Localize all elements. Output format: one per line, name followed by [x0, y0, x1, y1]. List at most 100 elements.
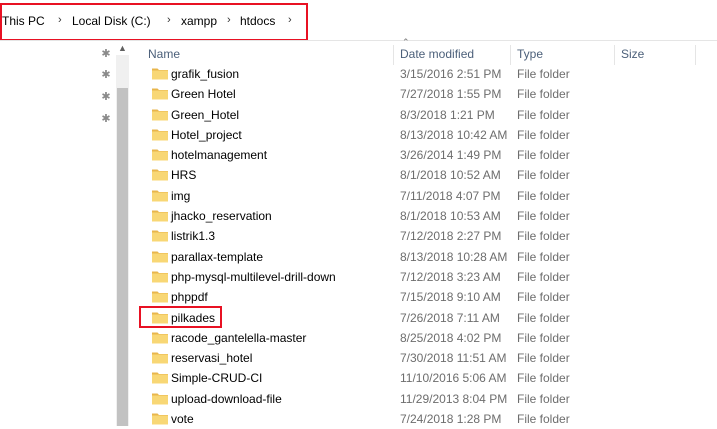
- column-divider[interactable]: [614, 45, 615, 65]
- column-divider[interactable]: [695, 45, 696, 65]
- file-name[interactable]: upload-download-file: [171, 392, 282, 406]
- file-name[interactable]: phppdf: [171, 290, 208, 304]
- file-date-modified: 7/27/2018 1:55 PM: [400, 87, 502, 102]
- pin-icon[interactable]: ✱: [100, 48, 112, 60]
- file-name[interactable]: Hotel_project: [171, 128, 242, 142]
- file-type: File folder: [517, 310, 570, 325]
- file-date-modified: 8/3/2018 1:21 PM: [400, 107, 495, 122]
- file-name[interactable]: listrik1.3: [171, 229, 215, 243]
- file-list: grafik_fusion 3/15/2016 2:51 PM File folde…: [136, 64, 717, 429]
- file-date-modified: 7/12/2018 2:27 PM: [400, 229, 502, 244]
- file-type: File folder: [517, 249, 570, 264]
- file-date-modified: 7/11/2018 4:07 PM: [400, 188, 501, 203]
- file-row[interactable]: vote 7/24/2018 1:28 PM File folder: [136, 409, 717, 429]
- folder-icon: [152, 209, 168, 222]
- file-date-modified: 8/13/2018 10:28 AM: [400, 249, 508, 264]
- folder-icon: [152, 108, 168, 121]
- file-date-modified: 8/13/2018 10:42 AM: [400, 127, 508, 142]
- folder-icon: [152, 351, 168, 364]
- file-type: File folder: [517, 371, 570, 386]
- file-row[interactable]: jhacko_reservation 8/1/2018 10:53 AM File …: [136, 206, 717, 226]
- file-row[interactable]: Green_Hotel 8/3/2018 1:21 PM File folder: [136, 105, 717, 125]
- file-row[interactable]: HRS 8/1/2018 10:52 AM File folder: [136, 165, 717, 185]
- pin-icon[interactable]: ✱: [100, 113, 112, 125]
- scroll-up-arrow-icon[interactable]: ▲: [116, 41, 129, 55]
- file-name[interactable]: Green_Hotel: [171, 108, 239, 122]
- file-row[interactable]: parallax-template 8/13/2018 10:28 AM File …: [136, 247, 717, 267]
- column-header-name[interactable]: Name: [148, 47, 180, 61]
- file-type: File folder: [517, 168, 570, 183]
- file-row[interactable]: grafik_fusion 3/15/2016 2:51 PM File folde…: [136, 64, 717, 84]
- file-name[interactable]: HRS: [171, 168, 196, 182]
- file-date-modified: 3/15/2016 2:51 PM: [400, 67, 502, 81]
- folder-icon: [152, 168, 168, 181]
- file-row[interactable]: img 7/11/2018 4:07 PM File folder: [136, 186, 717, 206]
- file-row[interactable]: listrik1.3 7/12/2018 2:27 PM File folder: [136, 226, 717, 246]
- column-divider[interactable]: [393, 45, 394, 65]
- folder-icon: [152, 87, 168, 100]
- file-row[interactable]: upload-download-file 11/29/2013 8:04 PM Fi…: [136, 389, 717, 409]
- column-header-type[interactable]: Type: [517, 47, 543, 61]
- folder-icon: [152, 392, 168, 405]
- file-row[interactable]: pilkades 7/26/2018 7:11 AM File folder: [136, 308, 717, 328]
- file-row[interactable]: php-mysql-multilevel-drill-down 7/12/2018…: [136, 267, 717, 287]
- navigation-pane: ✱ ✱ ✱ ✱: [0, 41, 129, 426]
- file-row[interactable]: Green Hotel 7/27/2018 1:55 PM File folder: [136, 84, 717, 104]
- file-name[interactable]: Green Hotel: [171, 87, 236, 101]
- file-name[interactable]: parallax-template: [171, 250, 263, 264]
- file-type: File folder: [517, 148, 570, 163]
- file-type: File folder: [517, 290, 570, 305]
- file-date-modified: 8/25/2018 4:02 PM: [400, 330, 502, 345]
- scrollbar-thumb[interactable]: [117, 88, 128, 426]
- file-name[interactable]: racode_gantelella-master: [171, 331, 306, 345]
- file-date-modified: 8/1/2018 10:52 AM: [400, 168, 501, 183]
- file-date-modified: 11/29/2013 8:04 PM: [400, 391, 508, 406]
- file-type: File folder: [517, 209, 570, 224]
- file-name[interactable]: reservasi_hotel: [171, 351, 252, 365]
- file-date-modified: 8/1/2018 10:53 AM: [400, 209, 501, 224]
- file-row[interactable]: Simple-CRUD-CI 11/10/2016 5:06 AM File fol…: [136, 368, 717, 388]
- file-date-modified: 7/15/2018 9:10 AM: [400, 290, 501, 305]
- folder-icon: [152, 290, 168, 303]
- file-type: File folder: [517, 67, 570, 81]
- folder-icon: [152, 128, 168, 141]
- file-date-modified: 11/10/2016 5:06 AM: [400, 371, 507, 386]
- pilkades-highlight-box: [139, 306, 222, 328]
- folder-icon: [152, 412, 168, 425]
- column-headers: ⌃ Name Date modified Type Size: [136, 37, 717, 65]
- column-header-date-modified[interactable]: Date modified: [400, 47, 474, 61]
- file-type: File folder: [517, 330, 570, 345]
- file-type: File folder: [517, 107, 570, 122]
- pin-icon[interactable]: ✱: [100, 69, 112, 81]
- file-date-modified: 7/12/2018 3:23 AM: [400, 269, 501, 284]
- file-date-modified: 7/24/2018 1:28 PM: [400, 412, 502, 427]
- file-name[interactable]: img: [171, 189, 190, 203]
- folder-icon: [152, 371, 168, 384]
- folder-icon: [152, 229, 168, 242]
- folder-icon: [152, 148, 168, 161]
- file-row[interactable]: Hotel_project 8/13/2018 10:42 AM File fold…: [136, 125, 717, 145]
- folder-icon: [152, 331, 168, 344]
- pin-icon[interactable]: ✱: [100, 91, 112, 103]
- file-name[interactable]: jhacko_reservation: [171, 209, 272, 223]
- file-name[interactable]: grafik_fusion: [171, 67, 239, 81]
- file-date-modified: 7/30/2018 11:51 AM: [400, 351, 507, 366]
- file-date-modified: 7/26/2018 7:11 AM: [400, 310, 500, 325]
- file-name[interactable]: hotelmanagement: [171, 148, 267, 162]
- file-row[interactable]: racode_gantelella-master 8/25/2018 4:02 P…: [136, 328, 717, 348]
- file-row[interactable]: hotelmanagement 3/26/2014 1:49 PM File fol…: [136, 145, 717, 165]
- folder-icon: [152, 270, 168, 283]
- file-type: File folder: [517, 87, 570, 102]
- file-name[interactable]: php-mysql-multilevel-drill-down: [171, 270, 336, 284]
- file-row[interactable]: phppdf 7/15/2018 9:10 AM File folder: [136, 287, 717, 307]
- file-type: File folder: [517, 391, 570, 406]
- file-name[interactable]: vote: [171, 412, 194, 426]
- column-divider[interactable]: [510, 45, 511, 65]
- folder-icon: [152, 250, 168, 263]
- column-header-size[interactable]: Size: [621, 47, 644, 61]
- folder-icon: [152, 67, 168, 80]
- file-type: File folder: [517, 269, 570, 284]
- file-type: File folder: [517, 188, 570, 203]
- file-name[interactable]: Simple-CRUD-CI: [171, 371, 262, 385]
- file-row[interactable]: reservasi_hotel 7/30/2018 11:51 AM File fo…: [136, 348, 717, 368]
